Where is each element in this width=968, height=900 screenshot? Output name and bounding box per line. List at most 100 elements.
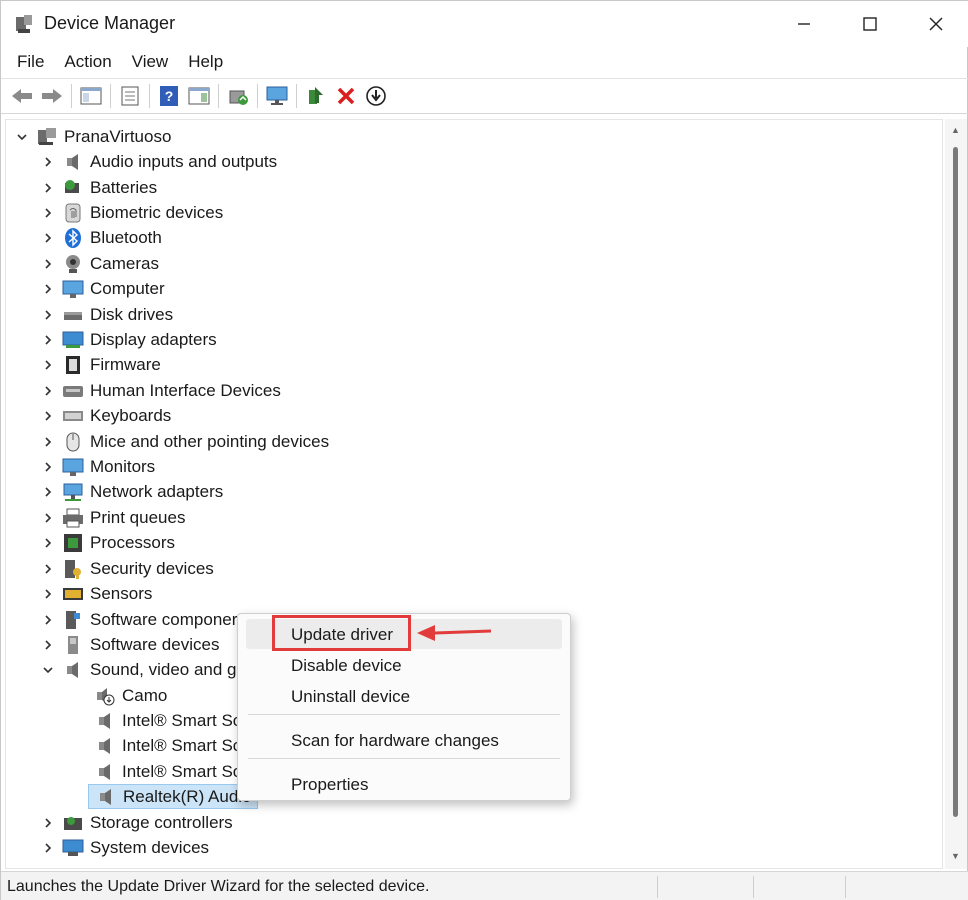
scroll-up-icon[interactable]: ▲ xyxy=(951,125,960,135)
tree-item-processors[interactable]: Processors xyxy=(40,530,175,555)
tree-subitem-intel-2[interactable]: Intel® Smart So xyxy=(88,733,242,758)
menu-action[interactable]: Action xyxy=(54,47,121,77)
help-button[interactable]: ? xyxy=(154,82,184,110)
chevron-right-icon[interactable] xyxy=(40,230,56,246)
close-button[interactable] xyxy=(903,1,968,47)
chevron-right-icon[interactable] xyxy=(40,612,56,628)
tree-item-network-adapters[interactable]: Network adapters xyxy=(40,479,223,504)
highlight-box xyxy=(272,615,411,651)
tree-item-label: System devices xyxy=(90,837,210,857)
chevron-right-icon[interactable] xyxy=(40,459,56,475)
download-button[interactable] xyxy=(361,82,391,110)
forward-button[interactable] xyxy=(37,82,67,110)
tree-subitem-camo[interactable]: Camo xyxy=(88,683,167,708)
chevron-right-icon[interactable] xyxy=(40,281,56,297)
uninstall-button[interactable] xyxy=(331,82,361,110)
chevron-right-icon[interactable] xyxy=(40,586,56,602)
tree-item-cameras[interactable]: Cameras xyxy=(40,251,159,276)
chevron-down-icon[interactable] xyxy=(40,662,56,678)
chevron-right-icon[interactable] xyxy=(40,180,56,196)
chevron-right-icon[interactable] xyxy=(40,637,56,653)
tree-subitem-intel-1[interactable]: Intel® Smart So xyxy=(88,708,242,733)
menu-properties[interactable]: Properties xyxy=(246,769,562,799)
menu-uninstall-device[interactable]: Uninstall device xyxy=(246,681,562,711)
printer-icon xyxy=(63,508,83,527)
chevron-right-icon[interactable] xyxy=(40,256,56,272)
tree-item-disk-drives[interactable]: Disk drives xyxy=(40,302,173,327)
device-manager-window: Device Manager File Action View Help ? P… xyxy=(0,0,968,900)
tree-item-biometric[interactable]: Biometric devices xyxy=(40,200,223,225)
chevron-right-icon[interactable] xyxy=(40,154,56,170)
back-button[interactable] xyxy=(7,82,37,110)
forward-icon xyxy=(42,89,62,103)
speaker-download-icon xyxy=(97,687,115,705)
menu-disable-device[interactable]: Disable device xyxy=(246,650,562,680)
tree-item-sensors[interactable]: Sensors xyxy=(40,581,152,606)
update-driver-button[interactable] xyxy=(223,82,253,110)
chevron-right-icon[interactable] xyxy=(40,815,56,831)
tree-item-hid[interactable]: Human Interface Devices xyxy=(40,378,281,403)
uninstall-icon xyxy=(337,87,355,105)
keyboard-icon xyxy=(63,410,83,421)
properties-button[interactable] xyxy=(115,82,145,110)
sensor-icon xyxy=(63,587,83,600)
menu-scan-hardware[interactable]: Scan for hardware changes xyxy=(246,725,562,755)
tree-item-label: Human Interface Devices xyxy=(90,380,281,400)
chevron-right-icon[interactable] xyxy=(40,510,56,526)
tree-item-batteries[interactable]: Batteries xyxy=(40,175,157,200)
chevron-right-icon[interactable] xyxy=(40,383,56,399)
tree-item-security-devices[interactable]: Security devices xyxy=(40,556,214,581)
tree-item-print-queues[interactable]: Print queues xyxy=(40,505,185,530)
tree-item-computer[interactable]: Computer xyxy=(40,276,165,301)
scroll-down-icon[interactable]: ▼ xyxy=(951,851,960,861)
tree-item-software-devices[interactable]: Software devices xyxy=(40,632,219,657)
enable-device-button[interactable] xyxy=(301,82,331,110)
status-bar: Launches the Update Driver Wizard for th… xyxy=(1,871,968,900)
tree-item-display-adapters[interactable]: Display adapters xyxy=(40,327,217,352)
chevron-right-icon[interactable] xyxy=(40,561,56,577)
scrollbar-thumb[interactable] xyxy=(953,147,958,817)
tree-item-keyboards[interactable]: Keyboards xyxy=(40,403,171,428)
download-icon xyxy=(366,86,386,106)
tree-item-system-devices[interactable]: System devices xyxy=(40,835,209,860)
minimize-button[interactable] xyxy=(771,1,837,47)
chevron-right-icon[interactable] xyxy=(40,484,56,500)
tree-root[interactable]: PranaVirtuoso xyxy=(14,124,171,149)
menu-file[interactable]: File xyxy=(7,47,54,77)
vertical-scrollbar[interactable]: ▲ ▼ xyxy=(945,119,967,869)
chevron-right-icon[interactable] xyxy=(40,434,56,450)
chevron-right-icon[interactable] xyxy=(40,205,56,221)
chevron-down-icon[interactable] xyxy=(14,129,30,145)
tree-item-storage-controllers[interactable]: Storage controllers xyxy=(40,810,233,835)
chevron-right-icon[interactable] xyxy=(40,332,56,348)
chevron-right-icon[interactable] xyxy=(40,535,56,551)
tree-item-label: Network adapters xyxy=(90,481,224,501)
tree-item-audio[interactable]: Audio inputs and outputs xyxy=(40,149,277,174)
chevron-right-icon[interactable] xyxy=(40,357,56,373)
tree-item-label: Software componer xyxy=(90,609,238,629)
maximize-button[interactable] xyxy=(837,1,903,47)
menu-help[interactable]: Help xyxy=(178,47,233,77)
chevron-right-icon[interactable] xyxy=(40,408,56,424)
tree-item-software-components[interactable]: Software componer xyxy=(40,607,237,632)
scan-hardware-button[interactable] xyxy=(262,82,292,110)
menu-view[interactable]: View xyxy=(122,47,179,77)
tree-item-mice[interactable]: Mice and other pointing devices xyxy=(40,429,329,454)
tree-subitem-realtek[interactable]: Realtek(R) Audic xyxy=(88,784,258,809)
action-pane-button[interactable] xyxy=(184,82,214,110)
console-tree-button[interactable] xyxy=(76,82,106,110)
chevron-right-icon[interactable] xyxy=(40,840,56,856)
tree-item-label: Monitors xyxy=(90,456,156,476)
tree-subitem-intel-3[interactable]: Intel® Smart So xyxy=(88,759,242,784)
processor-icon xyxy=(64,533,82,552)
tree-item-monitors[interactable]: Monitors xyxy=(40,454,155,479)
tree-item-label: Storage controllers xyxy=(90,812,233,832)
tree-item-sound-video[interactable]: Sound, video and g xyxy=(40,657,237,682)
back-icon xyxy=(12,89,32,103)
tree-item-firmware[interactable]: Firmware xyxy=(40,352,161,377)
window-title: Device Manager xyxy=(44,13,176,33)
chevron-right-icon[interactable] xyxy=(40,307,56,323)
tree-item-bluetooth[interactable]: Bluetooth xyxy=(40,225,162,250)
svg-text:?: ? xyxy=(165,88,174,104)
toolbar-separator xyxy=(71,84,72,108)
